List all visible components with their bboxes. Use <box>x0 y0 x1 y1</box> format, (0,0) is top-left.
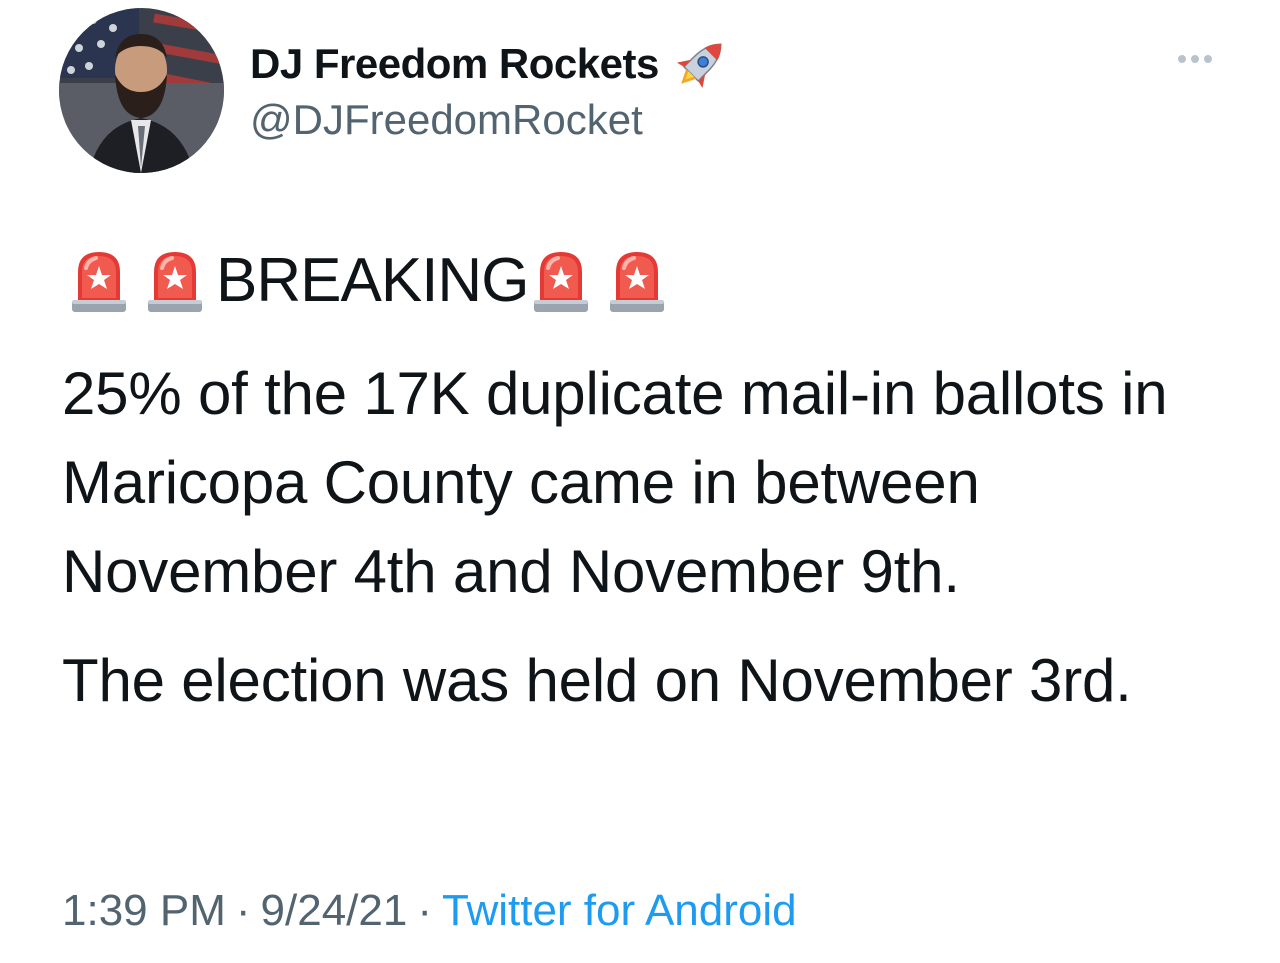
author-handle[interactable]: @DJFreedomRocket <box>250 96 643 144</box>
avatar-image <box>59 8 224 173</box>
author-display-name[interactable]: DJ Freedom Rockets <box>250 40 659 88</box>
tweet-time[interactable]: 1:39 PM <box>62 886 226 935</box>
police-car-light-icon <box>70 248 128 314</box>
police-car-light-icon <box>146 248 204 314</box>
tweet-paragraph-2: The election was held on November 3rd. <box>62 647 1132 714</box>
more-dot-icon <box>1178 55 1186 63</box>
rocket-icon <box>671 34 731 94</box>
more-dot-icon <box>1191 55 1199 63</box>
police-car-light-icon <box>532 248 590 314</box>
tweet-metadata: 1:39 PM · 9/24/21 · Twitter for Android <box>62 886 797 936</box>
more-dot-icon <box>1204 55 1212 63</box>
headline-text: BREAKING <box>216 246 529 315</box>
avatar[interactable] <box>59 8 224 173</box>
tweet: DJ Freedom Rockets @DJFreedomRocket BREA… <box>0 0 1280 963</box>
police-car-light-icon <box>608 248 666 314</box>
separator: · <box>417 886 432 935</box>
tweet-date[interactable]: 9/24/21 <box>261 886 408 935</box>
tweet-paragraph-1: 25% of the 17K duplicate mail-in ballots… <box>62 360 1168 605</box>
tweet-source-link[interactable]: Twitter for Android <box>442 886 797 935</box>
more-options-button[interactable] <box>1168 42 1222 76</box>
author-name-row[interactable]: DJ Freedom Rockets <box>250 34 731 94</box>
separator: · <box>235 886 251 935</box>
tweet-headline: BREAKING <box>70 248 666 314</box>
